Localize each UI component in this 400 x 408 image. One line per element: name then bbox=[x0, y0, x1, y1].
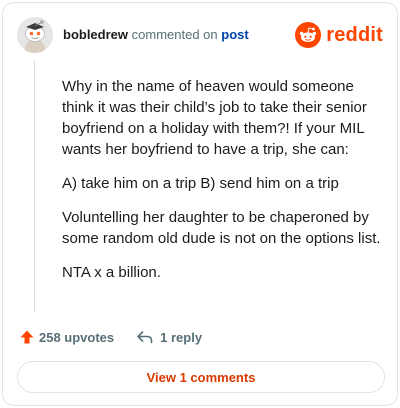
reply-button[interactable]: 1 reply bbox=[136, 329, 202, 345]
thread-line bbox=[34, 61, 35, 313]
action-text: commented on bbox=[131, 27, 218, 42]
reply-count: 1 reply bbox=[160, 329, 203, 345]
upvote-arrow-icon bbox=[20, 330, 34, 344]
comment-byline: bobledrew commented on post bbox=[63, 27, 249, 43]
comment-body: Why in the name of heaven would someone … bbox=[62, 76, 382, 296]
view-comments-button[interactable]: View 1 comments bbox=[17, 361, 385, 393]
reply-arrow-icon bbox=[137, 331, 153, 344]
author-username[interactable]: bobledrew bbox=[63, 27, 128, 42]
reddit-logo-icon bbox=[295, 22, 322, 48]
comment-header: bobledrew commented on post reddit bbox=[17, 17, 383, 53]
upvote-count: 258 upvotes bbox=[39, 329, 115, 345]
comment-card: bobledrew commented on post reddit Why i… bbox=[2, 2, 398, 406]
reddit-logo[interactable]: reddit bbox=[295, 21, 383, 49]
reddit-wordmark: reddit bbox=[326, 23, 383, 46]
comment-paragraph: Voluntelling her daughter to be chaperon… bbox=[62, 209, 381, 247]
comment-paragraph: NTA x a billion. bbox=[62, 264, 161, 281]
comment-paragraph: A) take him on a trip B) send him on a t… bbox=[62, 175, 339, 192]
upvote-button[interactable]: 258 upvotes bbox=[19, 329, 114, 345]
comment-paragraph: Why in the name of heaven would someone … bbox=[62, 78, 367, 158]
post-link[interactable]: post bbox=[221, 27, 248, 42]
user-avatar-icon[interactable] bbox=[17, 17, 53, 53]
comment-actions: 258 upvotes 1 reply bbox=[19, 326, 202, 348]
